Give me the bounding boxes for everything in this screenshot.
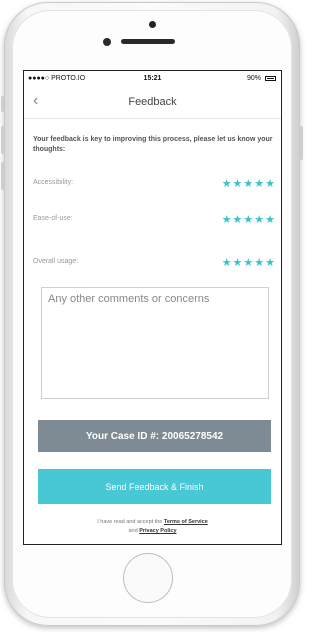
rating-row-accessibility: Accessibility: ★★★★★ <box>33 177 276 191</box>
page-title: Feedback <box>128 96 177 108</box>
case-id-banner: Your Case ID #: 20065278542 <box>38 420 271 452</box>
power-button <box>300 126 303 160</box>
status-time: 15:21 <box>143 75 162 82</box>
battery-icon <box>265 76 276 81</box>
volume-up-button <box>1 126 4 154</box>
legal-prefix: I have read and accept the <box>97 519 163 525</box>
earpiece-speaker <box>121 39 175 44</box>
rating-label: Ease-of-use: <box>33 215 73 222</box>
rating-row-overall-usage: Overall usage: ★★★★★ <box>33 256 276 270</box>
nav-bar: ‹ Feedback <box>24 86 281 119</box>
terms-of-service-link[interactable]: Terms of Service <box>164 519 208 525</box>
legal-and: and <box>128 528 138 534</box>
mute-switch <box>1 96 4 112</box>
star-rating[interactable]: ★★★★★ <box>222 213 276 226</box>
rating-label: Accessibility: <box>33 179 74 186</box>
rating-row-ease-of-use: Ease-of-use: ★★★★★ <box>33 213 276 227</box>
battery-percent: 90% <box>246 75 261 82</box>
volume-down-button <box>1 162 4 190</box>
legal-notice: I have read and accept the Terms of Serv… <box>24 518 281 536</box>
star-rating[interactable]: ★★★★★ <box>222 177 276 190</box>
star-rating[interactable]: ★★★★★ <box>222 256 276 269</box>
privacy-policy-link[interactable]: Privacy Policy <box>139 528 176 534</box>
app-screen: ●●●●○ PROTO.IO 15:21 90% ‹ Feedback Your… <box>23 70 282 545</box>
status-bar: ●●●●○ PROTO.IO 15:21 90% <box>24 71 281 86</box>
home-button[interactable] <box>123 553 173 603</box>
send-feedback-button[interactable]: Send Feedback & Finish <box>38 469 271 504</box>
rating-label: Overall usage: <box>33 258 79 265</box>
front-camera-icon <box>103 38 111 46</box>
camera-icon <box>149 21 156 28</box>
comments-textarea[interactable] <box>41 287 269 399</box>
intro-text: Your feedback is key to improving this p… <box>33 136 273 153</box>
